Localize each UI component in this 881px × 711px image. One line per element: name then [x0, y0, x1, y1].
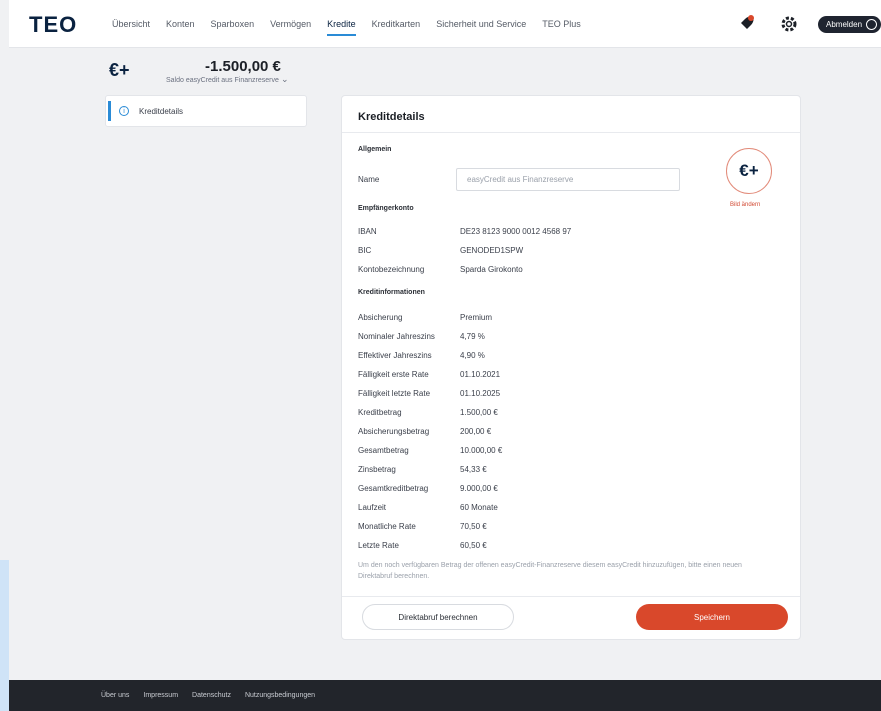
account-balance: -1.500,00 €: [205, 58, 281, 75]
divider: [342, 132, 800, 133]
nav-item-konten[interactable]: Konten: [158, 0, 203, 48]
nav-item-teo-plus[interactable]: TEO Plus: [534, 0, 589, 48]
footer-link-terms[interactable]: Nutzungsbedingungen: [245, 692, 315, 699]
nav-item-kreditkarten[interactable]: Kreditkarten: [364, 0, 429, 48]
info-row-value: 4,79 %: [460, 332, 485, 341]
info-row-value: 60,50 €: [460, 541, 487, 550]
info-row-value: 1.500,00 €: [460, 408, 498, 417]
info-row-label: Kreditbetrag: [358, 408, 402, 417]
credit-details-card: Kreditdetails Allgemein Name €+ Bild änd…: [341, 95, 801, 640]
info-row-value: 70,50 €: [460, 522, 487, 531]
credit-avatar: €+: [726, 148, 772, 194]
bic-value: GENODED1SPW: [460, 246, 524, 255]
info-row-label: Nominaler Jahreszins: [358, 332, 435, 341]
teo-logo[interactable]: TEO: [29, 12, 77, 38]
account-name-label: Kontobezeichnung: [358, 265, 425, 274]
name-input[interactable]: [456, 168, 680, 191]
info-row-value: 54,33 €: [460, 465, 487, 474]
info-row-value: 200,00 €: [460, 427, 492, 436]
power-icon: [866, 19, 878, 30]
nav-item-sparboxen[interactable]: Sparboxen: [203, 0, 263, 48]
iban-value: DE23 8123 9000 0012 4568 97: [460, 227, 572, 236]
info-row-label: Letzte Rate: [358, 541, 399, 550]
iban-label: IBAN: [358, 227, 377, 236]
info-row-label: Laufzeit: [358, 503, 387, 512]
card-title: Kreditdetails: [358, 111, 425, 123]
top-navigation-bar: TEO Übersicht Konten Sparboxen Vermögen …: [9, 0, 881, 48]
info-row-label: Absicherung: [358, 313, 403, 322]
info-row-label: Fälligkeit letzte Rate: [358, 389, 431, 398]
name-label: Name: [358, 175, 380, 184]
info-row-value: 4,90 %: [460, 351, 485, 360]
section-heading-general: Allgemein: [358, 146, 392, 153]
footer-link-privacy[interactable]: Datenschutz: [192, 692, 231, 699]
info-row-label: Gesamtbetrag: [358, 446, 409, 455]
app: TEO Übersicht Konten Sparboxen Vermögen …: [9, 0, 881, 711]
info-row-label: Gesamtkreditbetrag: [358, 484, 429, 493]
info-row-label: Absicherungsbetrag: [358, 427, 430, 436]
save-button[interactable]: Speichern: [636, 604, 788, 630]
main-nav: Übersicht Konten Sparboxen Vermögen Kred…: [104, 0, 589, 48]
easycredit-icon: €+: [109, 60, 130, 80]
divider: [342, 596, 800, 597]
info-row-label: Fälligkeit erste Rate: [358, 370, 429, 379]
info-note: Um den noch verfügbaren Betrag der offen…: [358, 562, 742, 580]
logout-label: Abmelden: [826, 20, 863, 29]
info-row-value: 01.10.2025: [460, 389, 501, 398]
nav-item-sicherheit-service[interactable]: Sicherheit und Service: [428, 0, 534, 48]
info-row-label: Zinsbetrag: [358, 465, 396, 474]
logout-button[interactable]: Abmelden: [818, 16, 881, 33]
account-name-value: Sparda Girokonto: [460, 265, 523, 274]
bic-label: BIC: [358, 246, 372, 255]
active-indicator: [108, 101, 111, 121]
sidebar-item-label: Kreditdetails: [139, 106, 184, 116]
sidebar-item-kreditdetails[interactable]: i Kreditdetails: [105, 95, 307, 127]
info-icon: i: [119, 106, 129, 116]
info-row-value: Premium: [460, 313, 493, 322]
footer-links: Über uns Impressum Datenschutz Nutzungsb…: [101, 692, 315, 699]
gear-icon[interactable]: [779, 14, 799, 34]
section-heading-credit-info: Kreditinformationen: [358, 289, 425, 296]
info-row-value: 01.10.2021: [460, 370, 501, 379]
change-image-link[interactable]: Bild ändern: [730, 202, 760, 208]
info-row-value: 10.000,00 €: [460, 446, 503, 455]
account-subtitle: Saldo easyCredit aus Finanzreserve: [166, 77, 279, 84]
nav-item-uebersicht[interactable]: Übersicht: [104, 0, 158, 48]
info-row-value: 60 Monate: [460, 503, 498, 512]
calculate-direct-draw-button[interactable]: Direktabruf berechnen: [362, 604, 514, 630]
footer-link-imprint[interactable]: Impressum: [143, 692, 178, 699]
info-row-value: 9.000,00 €: [460, 484, 498, 493]
nav-item-kredite[interactable]: Kredite: [319, 0, 364, 48]
info-row-label: Monatliche Rate: [358, 522, 416, 531]
section-heading-recipient: Empfängerkonto: [358, 205, 414, 212]
info-row-label: Effektiver Jahreszins: [358, 351, 432, 360]
left-accent-bar: [0, 560, 9, 711]
footer-link-about[interactable]: Über uns: [101, 692, 129, 699]
footer: Über uns Impressum Datenschutz Nutzungsb…: [9, 680, 881, 711]
nav-item-vermoegen[interactable]: Vermögen: [262, 0, 319, 48]
rocket-icon[interactable]: [736, 14, 756, 34]
chevron-down-icon[interactable]: ⌄: [281, 74, 289, 85]
